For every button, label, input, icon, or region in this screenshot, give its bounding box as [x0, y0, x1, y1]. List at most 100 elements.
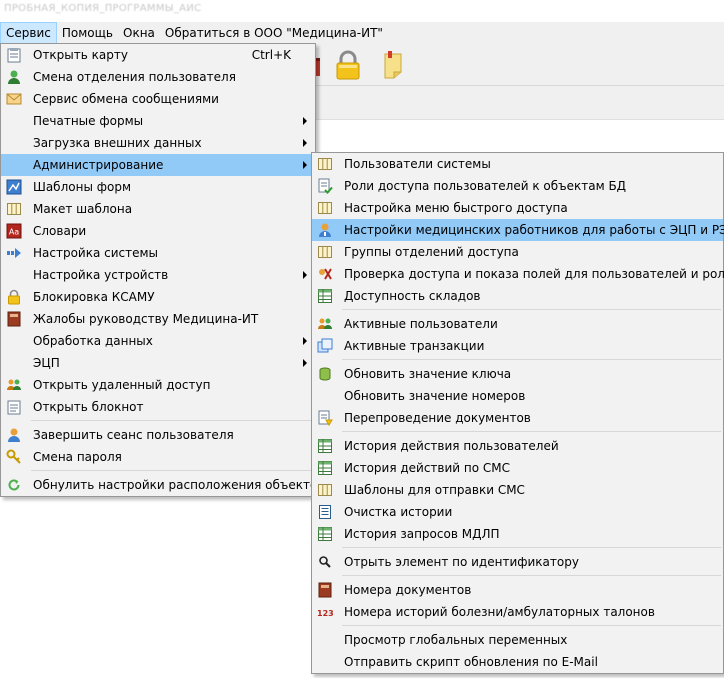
menu-item-label: ЭЦП	[33, 356, 60, 370]
grid-icon	[317, 200, 333, 216]
menu-item-label: Макет шаблона	[33, 202, 133, 216]
menu-item-label: Доступность складов	[344, 289, 481, 303]
menu-item-label: Очистка истории	[344, 505, 453, 519]
menu-item-label: Проверка доступа и показа полей для поль…	[344, 267, 724, 281]
dictionary-icon: Aa	[6, 223, 22, 239]
check-icon	[317, 266, 333, 282]
menu-item-label: Отрыть элемент по идентификатору	[344, 555, 579, 569]
users-icon	[317, 316, 333, 332]
window-title: ПРОБНАЯ_КОПИЯ_ПРОГРАММЫ_АИС	[4, 3, 202, 14]
menu-item-label: История действий по СМС	[344, 461, 511, 475]
search-icon	[317, 554, 333, 570]
table-icon	[317, 438, 333, 454]
svg-text:Aa: Aa	[9, 228, 19, 237]
submenu-arrow-icon	[303, 139, 307, 147]
admin-item-update-key[interactable]: Обновить значение ключа	[312, 363, 723, 385]
menu-help[interactable]: Помощь	[57, 22, 118, 44]
menu-item-label: Загрузка внешних данных	[33, 136, 202, 150]
admin-item-sms-templates[interactable]: Шаблоны для отправки СМС	[312, 479, 723, 501]
menu-item-label: Блокировка КСАМУ	[33, 290, 155, 304]
doctor-icon	[317, 222, 333, 238]
menu-item-complaints[interactable]: Жалобы руководству Медицина-ИТ	[1, 308, 315, 330]
menu-item-label: Просмотр глобальных переменных	[344, 633, 568, 647]
menu-item-change-password[interactable]: Смена пароля	[1, 446, 315, 468]
admin-item-access-roles[interactable]: Роли доступа пользователей к объектам БД	[312, 175, 723, 197]
menu-item-data-processing[interactable]: Обработка данных	[1, 330, 315, 352]
menu-item-external-data[interactable]: Загрузка внешних данных	[1, 132, 315, 154]
menu-item-ecp[interactable]: ЭЦП	[1, 352, 315, 374]
documents-icon	[317, 410, 333, 426]
menu-item-label: Настройка системы	[33, 246, 159, 260]
note-icon[interactable]	[382, 50, 408, 80]
grid-icon	[6, 201, 22, 217]
admin-item-send-update-script[interactable]: Отправить скрипт обновления по E-Mail	[312, 651, 723, 673]
menu-item-label: Пользователи системы	[344, 157, 491, 171]
menu-item-label: Обработка данных	[33, 334, 153, 348]
admin-item-quick-menu[interactable]: Настройка меню быстрого доступа	[312, 197, 723, 219]
lock-icon[interactable]	[334, 50, 360, 80]
menu-contact[interactable]: Обратиться в ООО "Медицина-ИТ"	[160, 22, 388, 44]
menu-item-form-templates[interactable]: Шаблоны форм	[1, 176, 315, 198]
grid-icon	[317, 482, 333, 498]
roles-icon	[317, 178, 333, 194]
menu-item-print-forms[interactable]: Печатные формы	[1, 110, 315, 132]
menu-item-device-settings[interactable]: Настройка устройств	[1, 264, 315, 286]
table-icon	[317, 526, 333, 542]
menu-item-label: Перепроведение документов	[344, 411, 531, 425]
admin-item-active-users[interactable]: Активные пользователи	[312, 313, 723, 335]
svg-text:123: 123	[317, 609, 333, 618]
menu-item-label: Роли доступа пользователей к объектам БД	[344, 179, 627, 193]
menu-item-change-department[interactable]: Смена отделения пользователя	[1, 66, 315, 88]
menu-item-messaging[interactable]: Сервис обмена сообщениями	[1, 88, 315, 110]
menu-item-label: Группы отделений доступа	[344, 245, 519, 259]
menu-item-notepad[interactable]: Открыть блокнот	[1, 396, 315, 418]
admin-item-sms-history[interactable]: История действий по СМС	[312, 457, 723, 479]
admin-item-medical-workers-ecp[interactable]: Настройки медицинских работников для раб…	[312, 219, 724, 241]
menu-item-remote-access[interactable]: Открыть удаленный доступ	[1, 374, 315, 396]
admin-item-open-by-id[interactable]: Отрыть элемент по идентификатору	[312, 551, 723, 573]
windows-icon	[317, 338, 333, 354]
admin-item-mdlp-history[interactable]: История запросов МДЛП	[312, 523, 723, 545]
admin-item-history-numbers[interactable]: 123 Номера историй болезни/амбулаторных …	[312, 601, 723, 623]
menu-item-label: Открыть карту	[33, 48, 128, 62]
admin-item-global-variables[interactable]: Просмотр глобальных переменных	[312, 629, 723, 651]
admin-item-active-transactions[interactable]: Активные транзакции	[312, 335, 723, 357]
admin-item-update-numbers[interactable]: Обновить значение номеров	[312, 385, 723, 407]
admin-item-clear-history[interactable]: Очистка истории	[312, 501, 723, 523]
menu-service[interactable]: Сервис	[0, 22, 57, 44]
logout-icon	[6, 427, 22, 443]
menu-item-system-settings[interactable]: Настройка системы	[1, 242, 315, 264]
menu-item-ksamu-lock[interactable]: Блокировка КСАМУ	[1, 286, 315, 308]
admin-item-document-numbers[interactable]: Номера документов	[312, 579, 723, 601]
template-icon	[6, 179, 22, 195]
menu-item-end-session[interactable]: Завершить сеанс пользователя	[1, 424, 315, 446]
admin-item-department-groups[interactable]: Группы отделений доступа	[312, 241, 723, 263]
menu-item-label: Администрирование	[33, 158, 164, 172]
admin-item-warehouse-availability[interactable]: Доступность складов	[312, 285, 723, 307]
menu-item-template-layout[interactable]: Макет шаблона	[1, 198, 315, 220]
menu-item-dictionaries[interactable]: Aa Словари	[1, 220, 315, 242]
card-icon	[6, 47, 22, 63]
grid-icon	[317, 244, 333, 260]
menu-item-label: Открыть удаленный доступ	[33, 378, 211, 392]
menu-item-label: Словари	[33, 224, 87, 238]
menu-item-label: Печатные формы	[33, 114, 144, 128]
admin-item-access-check[interactable]: Проверка доступа и показа полей для поль…	[312, 263, 724, 285]
menu-item-reset-layout[interactable]: Обнулить настройки расположения объектов	[1, 474, 324, 496]
envelope-icon	[6, 91, 22, 107]
admin-item-system-users[interactable]: Пользователи системы	[312, 153, 723, 175]
grid-icon	[317, 156, 333, 172]
lock-icon	[6, 289, 22, 305]
menu-item-label: Настройка устройств	[33, 268, 169, 282]
admin-item-repost-documents[interactable]: Перепроведение документов	[312, 407, 723, 429]
arrow-icon	[6, 245, 22, 261]
menu-item-open-card[interactable]: Открыть карту Ctrl+K	[1, 44, 315, 66]
shortcut-label: Ctrl+K	[251, 48, 291, 62]
menu-item-label: Настройка меню быстрого доступа	[344, 201, 568, 215]
submenu-arrow-icon	[303, 117, 307, 125]
key-icon	[6, 449, 22, 465]
admin-item-user-action-history[interactable]: История действия пользователей	[312, 435, 723, 457]
menu-windows[interactable]: Окна	[118, 22, 160, 44]
menu-item-label: История действия пользователей	[344, 439, 559, 453]
menu-item-administration[interactable]: Администрирование	[1, 154, 315, 176]
